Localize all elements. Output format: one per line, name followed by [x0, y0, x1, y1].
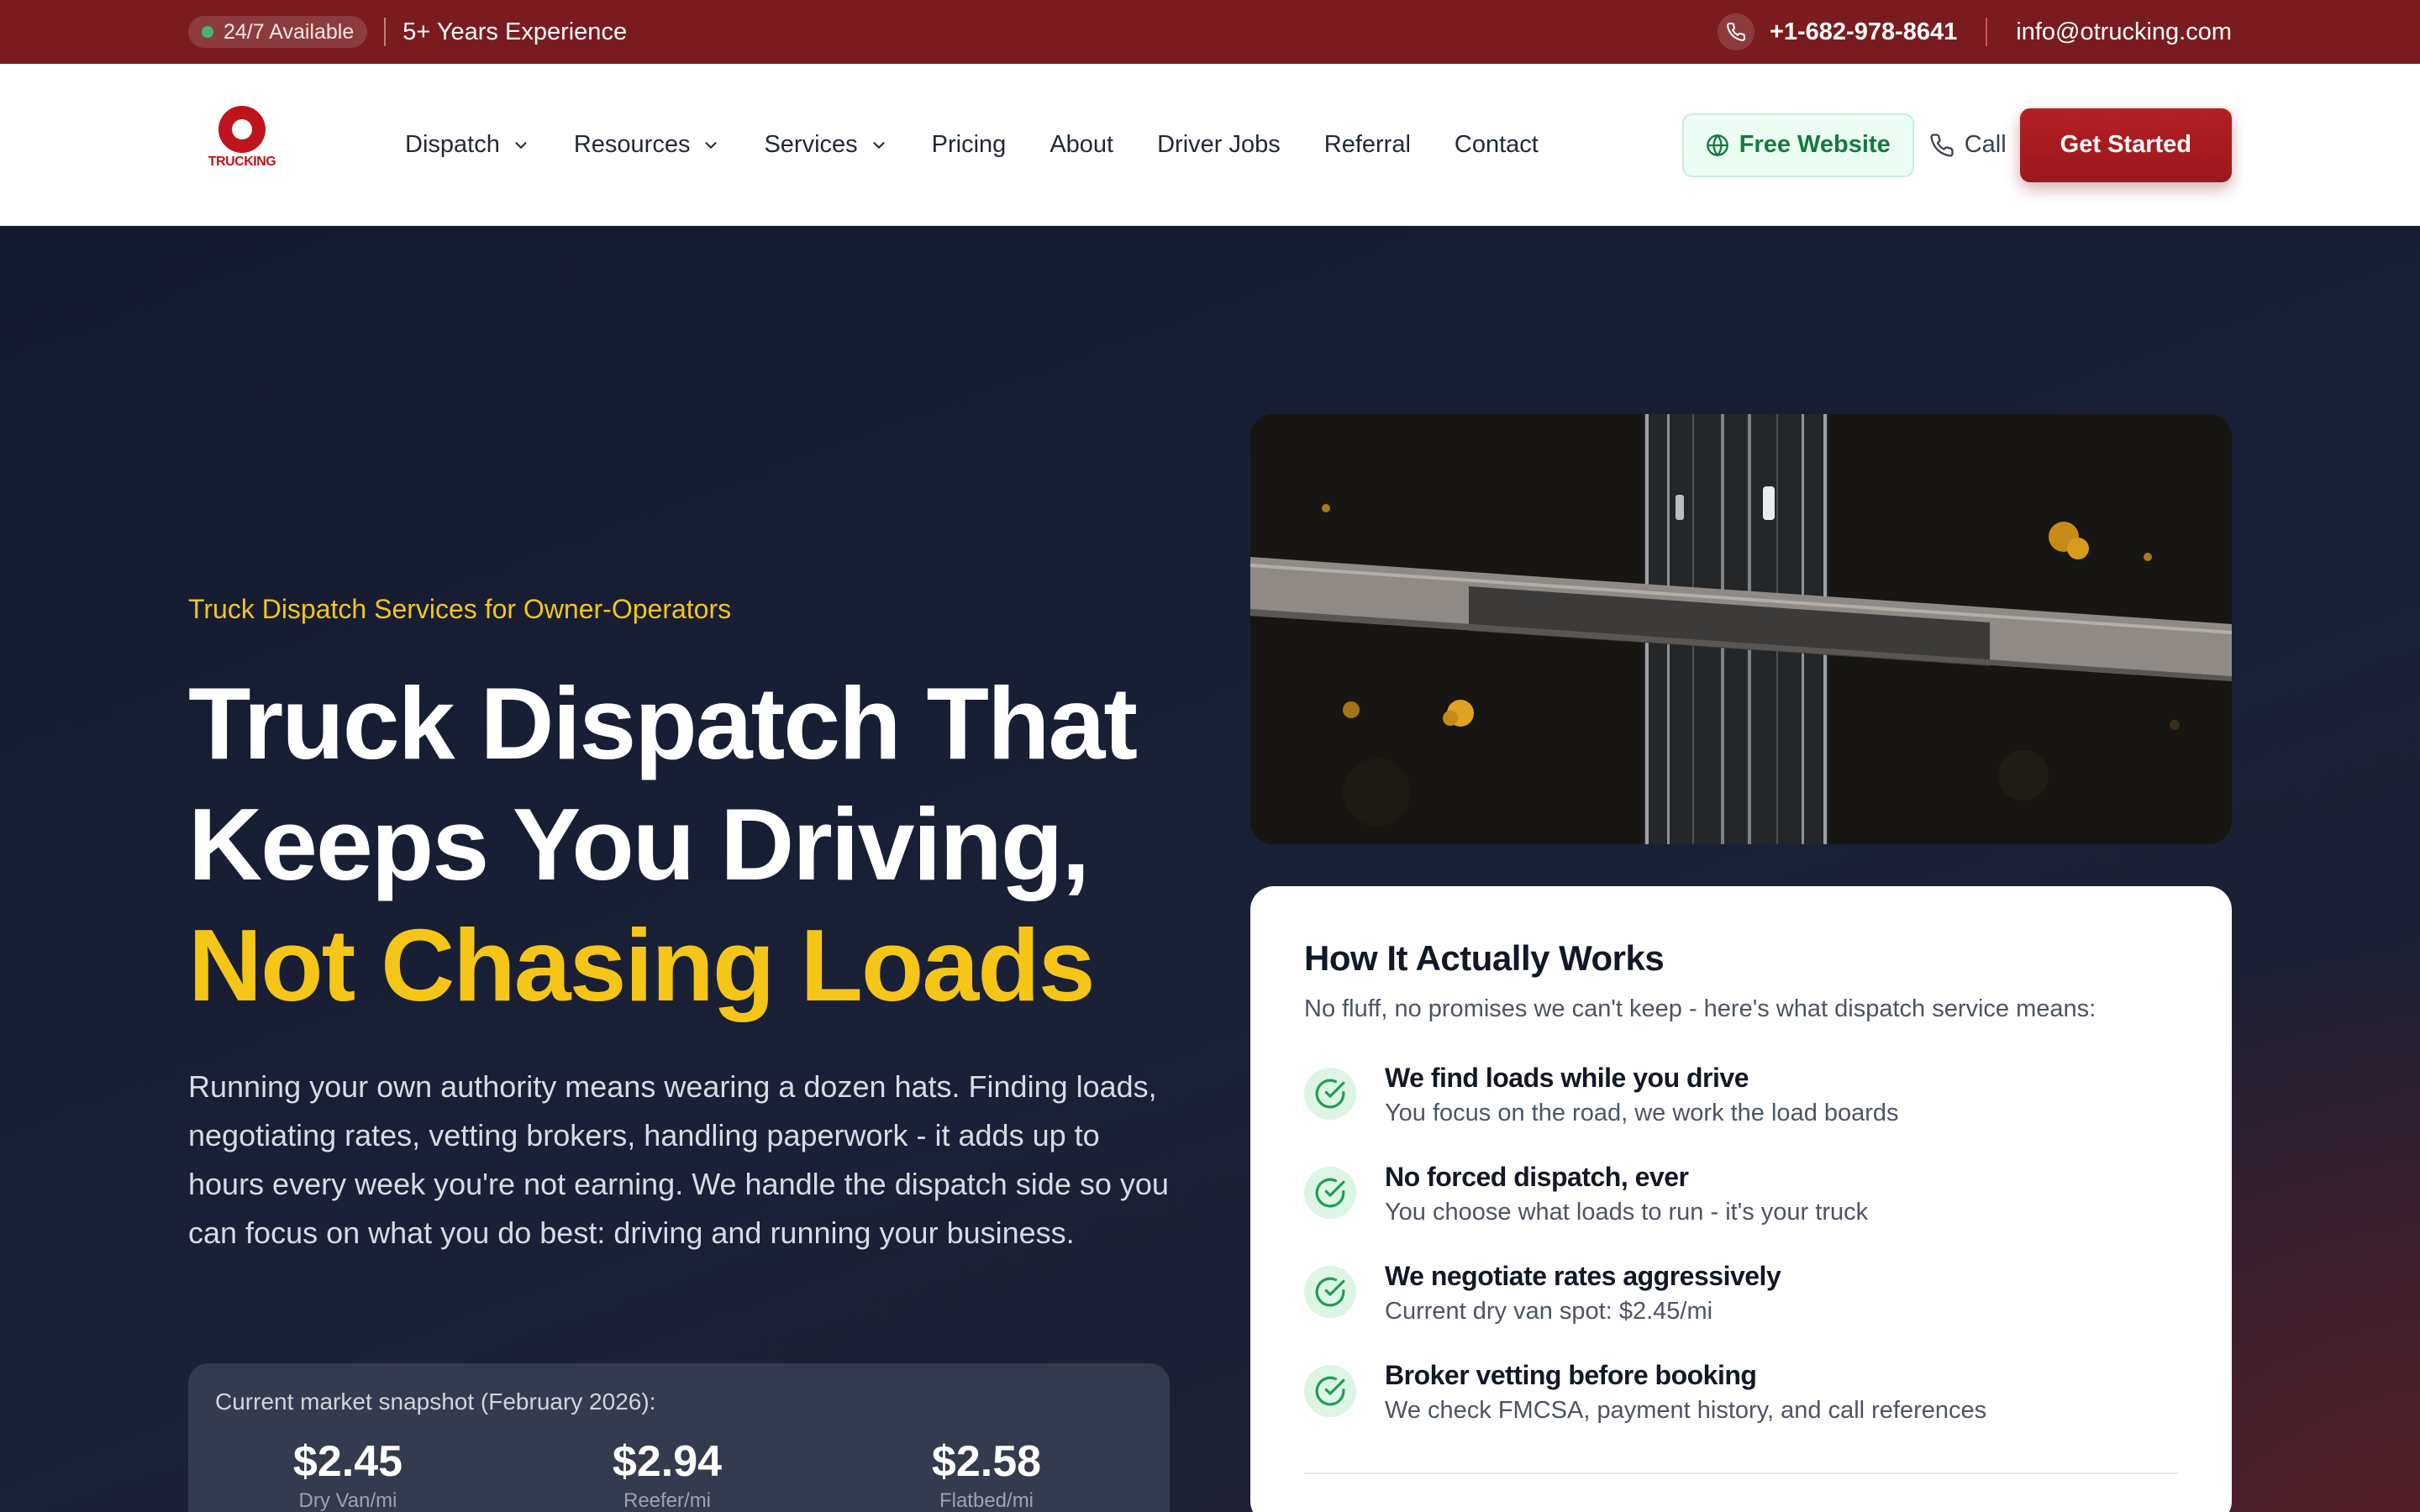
nav-item-services[interactable]: Services — [764, 131, 887, 159]
call-button[interactable]: Call — [1929, 131, 2007, 159]
how-item: We negotiate rates aggressively Current d… — [1304, 1261, 2178, 1360]
email-link[interactable]: info@otrucking.com — [2016, 18, 2232, 46]
market-stat: $2.58 Flatbed/mi — [827, 1437, 1146, 1512]
how-item-title: We find loads while you drive — [1385, 1063, 1749, 1093]
top-bar-right: +1-682-978-8641 info@otrucking.com — [1717, 0, 2232, 64]
stat-label: Flatbed/mi — [939, 1489, 1034, 1512]
nav-item-pricing[interactable]: Pricing — [932, 131, 1007, 159]
how-item-desc: Current dry van spot: $2.45/mi — [1385, 1298, 1713, 1325]
chevron-down-icon — [515, 141, 527, 149]
top-bar-left: 24/7 Available 5+ Years Experience — [188, 0, 627, 64]
free-website-button[interactable]: Free Website — [1681, 113, 1914, 177]
availability-text: 24/7 Available — [224, 19, 355, 44]
stat-label: Reefer/mi — [623, 1489, 712, 1512]
check-circle-icon — [1304, 1365, 1356, 1417]
nav-item-label: About — [1050, 131, 1114, 158]
globe-icon — [1706, 134, 1728, 156]
how-subtitle: No fluff, no promises we can't keep - he… — [1304, 995, 2096, 1022]
market-stat: $2.94 Reefer/mi — [508, 1437, 827, 1512]
nav-item-label: Driver Jobs — [1157, 131, 1281, 158]
logo-text: TRUCKING — [208, 155, 276, 169]
check-circle-icon — [1304, 1068, 1356, 1120]
how-item-desc: You focus on the road, we work the load … — [1385, 1100, 1899, 1126]
how-list: We find loads while you drive You focus o… — [1304, 1063, 2178, 1459]
how-item-title: Broker vetting before booking — [1385, 1360, 1757, 1390]
market-stat: $2.45 Dry Van/mi — [188, 1437, 508, 1512]
nav-item-label: Resources — [573, 131, 691, 158]
phone-icon — [1930, 133, 1954, 156]
nav-item-label: Referral — [1323, 131, 1411, 158]
get-started-button[interactable]: Get Started — [2019, 108, 2232, 182]
top-bar: 24/7 Available 5+ Years Experience +1-68… — [0, 0, 2420, 64]
hero-lead: Running your own authority means wearing… — [188, 1069, 1169, 1250]
market-snapshot: Current market snapshot (February 2026):… — [188, 1363, 1170, 1512]
headline-highlight: Not Chasing Loads — [188, 908, 1096, 1022]
hero-image — [1250, 414, 2232, 844]
how-item-title: We negotiate rates aggressively — [1385, 1261, 1781, 1291]
nav-item-contact[interactable]: Contact — [1455, 131, 1539, 159]
nav-item-label: Dispatch — [405, 131, 500, 158]
nav-item-about[interactable]: About — [1050, 131, 1113, 159]
headline-line-2: Keeps You Driving, — [188, 787, 1090, 901]
check-circle-icon — [1304, 1266, 1356, 1318]
phone-link[interactable]: +1-682-978-8641 — [1770, 18, 1957, 46]
call-label: Call — [1964, 131, 2007, 158]
hero-headline: Truck Dispatch That Keeps You Driving, N… — [188, 663, 1197, 1026]
headline-line-1: Truck Dispatch That — [188, 666, 1138, 780]
nav-item-label: Pricing — [931, 131, 1007, 158]
stat-label: Dry Van/mi — [298, 1489, 397, 1512]
availability-badge: 24/7 Available — [188, 16, 368, 48]
how-item-title: No forced dispatch, ever — [1385, 1162, 1689, 1192]
phone-icon — [1717, 13, 1754, 50]
logo[interactable]: TRUCKING — [208, 106, 276, 181]
divider — [384, 18, 387, 46]
how-item: Broker vetting before booking We check FM… — [1304, 1360, 2178, 1459]
nav-item-label: Services — [764, 131, 858, 158]
hero-section: Truck Dispatch Services for Owner-Operat… — [0, 226, 2420, 1512]
nav-item-label: Contact — [1454, 131, 1539, 158]
check-circle-icon — [1304, 1167, 1356, 1219]
divider — [1304, 1473, 2178, 1474]
nav-actions: Free Website Call Get Started — [1681, 64, 2232, 226]
chevron-down-icon — [705, 141, 717, 149]
how-item-desc: We check FMCSA, payment history, and cal… — [1385, 1397, 1987, 1424]
menu: Dispatch Resources Services Pricing About Dri… — [405, 64, 1582, 226]
chevron-down-icon — [873, 141, 885, 149]
stat-value: $2.94 — [612, 1437, 723, 1486]
stat-value: $2.58 — [931, 1437, 1042, 1486]
main-nav: TRUCKING Dispatch Resources Services Pricin… — [0, 64, 2420, 226]
snapshot-title: Current market snapshot (February 2026): — [215, 1389, 656, 1415]
how-item: We find loads while you drive You focus o… — [1304, 1063, 2178, 1162]
divider — [1986, 18, 1988, 46]
experience-text: 5+ Years Experience — [402, 18, 628, 45]
stat-value: $2.45 — [292, 1437, 403, 1486]
how-it-works-card: How It Actually Works No fluff, no promi… — [1250, 886, 2232, 1512]
how-item-desc: You choose what loads to run - it's your… — [1385, 1199, 1869, 1226]
nav-item-resources[interactable]: Resources — [574, 131, 721, 159]
nav-item-dispatch[interactable]: Dispatch — [405, 131, 530, 159]
free-website-label: Free Website — [1739, 131, 1891, 158]
hero-eyebrow: Truck Dispatch Services for Owner-Operat… — [188, 594, 732, 624]
aerial-highway-image — [1250, 414, 2232, 844]
green-dot-icon — [202, 26, 213, 38]
logo-mark-icon — [218, 106, 266, 153]
nav-item-driver-jobs[interactable]: Driver Jobs — [1157, 131, 1281, 159]
how-title: How It Actually Works — [1304, 938, 1665, 978]
snapshot-stats: $2.45 Dry Van/mi $2.94 Reefer/mi $2.58 Flatbe… — [188, 1437, 1170, 1512]
how-item: No forced dispatch, ever You choose what … — [1304, 1162, 2178, 1261]
nav-item-referral[interactable]: Referral — [1324, 131, 1411, 159]
